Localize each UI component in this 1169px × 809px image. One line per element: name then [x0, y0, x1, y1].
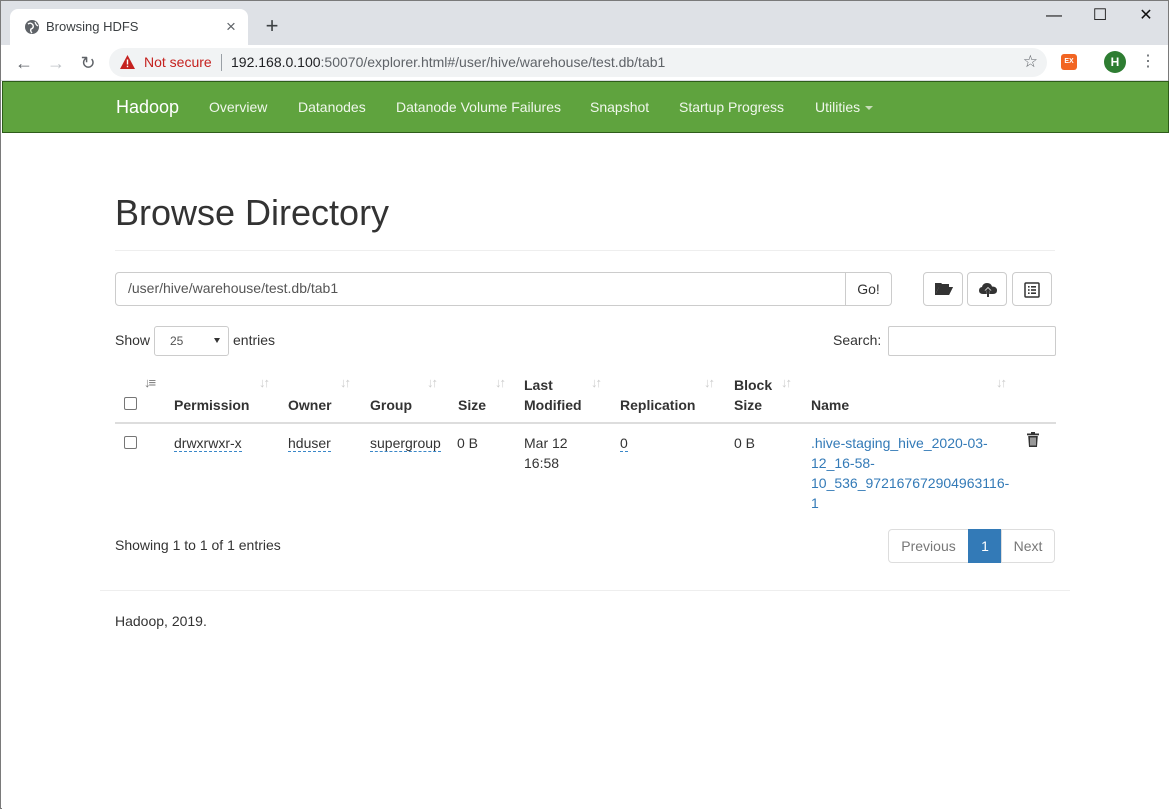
column-header-last-modified[interactable]: Last Modified [524, 375, 582, 415]
title-divider [115, 250, 1055, 251]
footer-divider [100, 590, 1070, 591]
profile-avatar[interactable]: H [1104, 51, 1126, 73]
sort-amount-asc-icon[interactable]: ↓≡ [144, 375, 156, 390]
search-input[interactable] [888, 326, 1056, 356]
url-text[interactable]: 192.168.0.100:50070/explorer.html#/user/… [231, 54, 665, 70]
sort-icon[interactable]: ↓↑ [996, 375, 1007, 390]
group-cell[interactable]: supergroup [370, 435, 441, 452]
file-name-link[interactable]: .hive-staging_hive_2020-03- 12_16-58- 10_5… [811, 433, 1009, 513]
page-content: Hadoop Overview Datanodes Datanode Volum… [2, 81, 1169, 809]
maximize-button[interactable]: ☐ [1077, 1, 1123, 31]
replication-cell[interactable]: 0 [620, 435, 628, 452]
address-bar[interactable]: Not secure 192.168.0.100:50070/explorer.… [109, 48, 1047, 77]
entries-select-value: 25 [170, 334, 184, 348]
name-line: 10_536_972167672904963116- [811, 475, 1010, 491]
bookmark-star-icon[interactable]: ☆ [1023, 52, 1038, 72]
column-header-block-size[interactable]: Block Size [734, 375, 772, 415]
browser-menu-icon[interactable]: ⋮ [1138, 51, 1158, 73]
reload-icon[interactable]: ↻ [74, 49, 102, 77]
close-window-button[interactable]: ✕ [1123, 1, 1169, 31]
column-header-replication[interactable]: Replication [620, 395, 695, 415]
nav-startup-progress[interactable]: Startup Progress [679, 99, 784, 115]
next-page-button[interactable]: Next [1001, 529, 1055, 563]
brand-link[interactable]: Hadoop [116, 97, 179, 118]
go-button[interactable]: Go! [845, 272, 892, 306]
owner-cell[interactable]: hduser [288, 435, 331, 452]
last-modified-cell: Mar 12 16:58 [524, 433, 568, 473]
list-alt-icon [1024, 282, 1040, 298]
sort-icon[interactable]: ↓↑ [591, 375, 602, 390]
header-line-1: Last [524, 377, 553, 393]
tab-close-icon[interactable]: × [222, 18, 240, 36]
column-header-owner[interactable]: Owner [288, 395, 332, 415]
header-line-1: Block [734, 377, 773, 393]
name-line: .hive-staging_hive_2020-03- [811, 435, 988, 451]
address-separator [221, 54, 222, 71]
browser-tab[interactable]: Browsing HDFS × [10, 9, 248, 45]
table-info: Showing 1 to 1 of 1 entries [115, 537, 281, 553]
row-checkbox[interactable] [124, 436, 137, 449]
column-header-permission[interactable]: Permission [174, 395, 249, 415]
header-line-2: Modified [524, 397, 582, 413]
sort-icon[interactable]: ↓↑ [495, 375, 506, 390]
nav-utilities[interactable]: Utilities [815, 99, 874, 115]
permission-cell[interactable]: drwxrwxr-x [174, 435, 242, 452]
dropdown-arrow-icon [214, 338, 220, 343]
cloud-upload-icon [979, 283, 997, 297]
sort-icon[interactable]: ↓↑ [259, 375, 270, 390]
sort-icon[interactable]: ↓↑ [340, 375, 351, 390]
entries-label: entries [233, 332, 276, 348]
table-header-divider [115, 422, 1056, 424]
trash-icon[interactable] [1027, 432, 1039, 447]
time-line: 16:58 [524, 455, 560, 471]
footer-text: Hadoop, 2019. [115, 613, 207, 629]
name-line: 12_16-58- [811, 455, 875, 471]
nav-snapshot[interactable]: Snapshot [590, 99, 649, 115]
minimize-button[interactable]: — [1031, 1, 1077, 31]
nav-overview[interactable]: Overview [209, 99, 267, 115]
browser-window: Browsing HDFS × + — ☐ ✕ ← → ↻ Not secure… [0, 0, 1169, 809]
column-header-size[interactable]: Size [458, 395, 486, 415]
url-path: :50070/explorer.html#/user/hive/warehous… [320, 54, 666, 70]
name-line: 1 [811, 495, 819, 511]
block-size-cell: 0 B [734, 435, 756, 451]
column-header-name[interactable]: Name [811, 395, 849, 415]
tab-title: Browsing HDFS [46, 19, 139, 34]
folder-open-icon [935, 283, 953, 295]
sort-icon[interactable]: ↓↑ [704, 375, 715, 390]
warning-icon [120, 55, 135, 69]
hadoop-navbar: Hadoop Overview Datanodes Datanode Volum… [2, 81, 1169, 133]
nav-datanodes[interactable]: Datanodes [298, 99, 366, 115]
directory-path-input[interactable]: /user/hive/warehouse/test.db/tab1 [115, 272, 846, 306]
new-tab-button[interactable]: + [260, 14, 284, 38]
caret-down-icon [865, 106, 874, 111]
globe-icon [25, 20, 39, 34]
size-cell: 0 B [457, 435, 479, 451]
upload-button[interactable] [967, 272, 1007, 306]
entries-per-page-select[interactable]: 25 [154, 326, 229, 356]
page-1-button[interactable]: 1 [968, 529, 1002, 563]
cut-paste-button[interactable] [1012, 272, 1052, 306]
select-all-checkbox[interactable] [124, 397, 137, 410]
url-host: 192.168.0.100 [231, 54, 321, 70]
show-label: Show [115, 332, 151, 348]
security-status[interactable]: Not secure [144, 54, 212, 70]
browser-toolbar: ← → ↻ Not secure 192.168.0.100:50070/exp… [1, 45, 1168, 81]
back-arrow-icon[interactable]: ← [10, 49, 38, 77]
tab-strip: Browsing HDFS × + — ☐ ✕ [1, 1, 1168, 45]
extension-icon[interactable]: EX [1061, 54, 1077, 70]
date-line: Mar 12 [524, 435, 568, 451]
sort-icon[interactable]: ↓↑ [781, 375, 792, 390]
nav-datanode-volume-failures[interactable]: Datanode Volume Failures [396, 99, 561, 115]
create-directory-button[interactable] [923, 272, 963, 306]
page-title: Browse Directory [115, 192, 390, 233]
forward-arrow-icon[interactable]: → [42, 49, 70, 77]
nav-utilities-label: Utilities [815, 99, 861, 115]
search-label: Search: [833, 332, 882, 348]
previous-page-button[interactable]: Previous [888, 529, 969, 563]
column-header-group[interactable]: Group [370, 395, 412, 415]
header-line-2: Size [734, 397, 763, 413]
sort-icon[interactable]: ↓↑ [427, 375, 438, 390]
